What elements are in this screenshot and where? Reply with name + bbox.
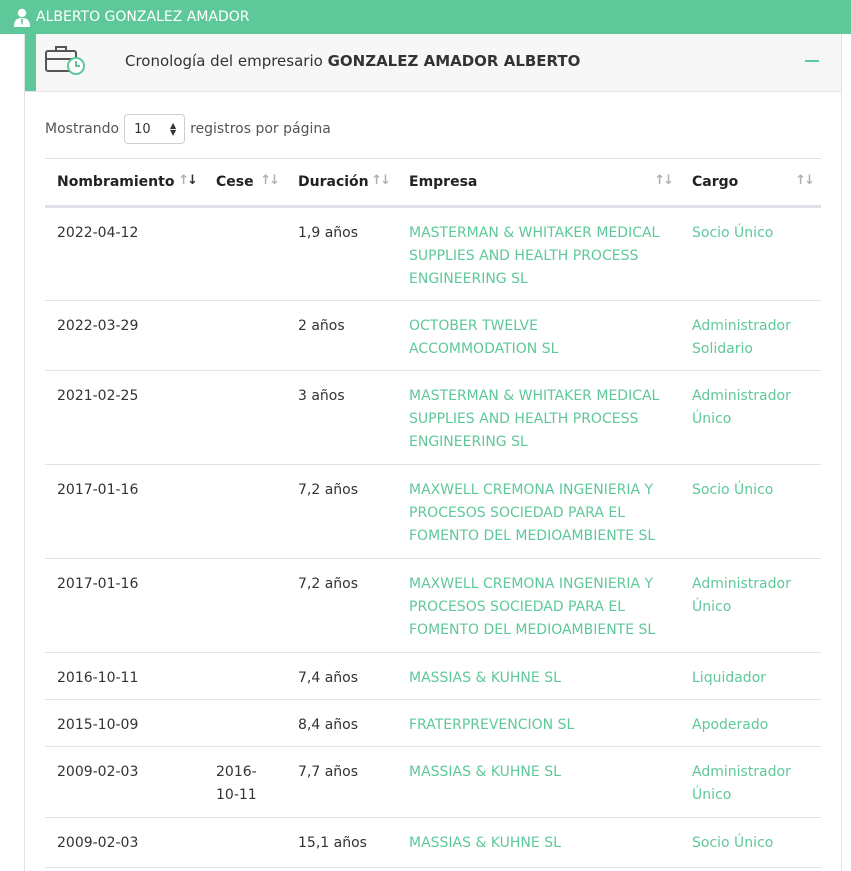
panel-title-name: GONZALEZ AMADOR ALBERTO [327, 52, 581, 70]
select-arrows-icon: ▲ ▼ [169, 121, 177, 137]
briefcase-clock-icon [45, 44, 87, 76]
table-row: 2022-03-29 2 años OCTOBER TWELVE ACCOMMODA… [45, 300, 821, 371]
cell-nombramiento: 2022-03-29 [45, 300, 204, 371]
collapse-icon[interactable] [805, 50, 821, 70]
chronology-table: Nombramiento ↑↓ Cese ↑↓ Duración ↑↓ Empresa… [45, 158, 821, 868]
cell-cese: 2016-10-11 [204, 746, 286, 818]
sort-desc-icon: ↑↓ [178, 173, 198, 188]
company-link[interactable]: FRATERPREVENCION SL [397, 699, 680, 747]
company-link[interactable]: MASSIAS & KUHNE SL [397, 746, 680, 818]
cell-cese [204, 206, 286, 301]
role-link[interactable]: Socio Único [680, 464, 821, 559]
cell-nombramiento: 2021-02-25 [45, 370, 204, 465]
col-label: Empresa [409, 174, 478, 190]
cell-cese [204, 300, 286, 371]
col-label: Duración [298, 174, 369, 190]
sort-icon: ↑↓ [654, 173, 674, 188]
role-link[interactable]: Administrador Solidario [680, 300, 821, 371]
length-prefix: Mostrando [45, 121, 120, 137]
role-link[interactable]: Liquidador [680, 652, 821, 700]
cell-nombramiento: 2016-10-11 [45, 652, 204, 700]
col-label: Nombramiento [57, 174, 175, 190]
company-link[interactable]: MASSIAS & KUHNE SL [397, 817, 680, 868]
company-link[interactable]: MASTERMAN & WHITAKER MEDICAL SUPPLIES AN… [397, 370, 680, 465]
role-link[interactable]: Administrador Único [680, 558, 821, 653]
sort-icon: ↑↓ [371, 173, 391, 188]
col-label: Cargo [692, 174, 739, 190]
sort-icon: ↑↓ [795, 173, 815, 188]
table-row: 2017-01-16 7,2 años MAXWELL CREMONA INGENI… [45, 464, 821, 559]
table-row: 2021-02-25 3 años MASTERMAN & WHITAKER MED… [45, 370, 821, 465]
page-length-value: 10 [134, 121, 151, 137]
cell-nombramiento: 2009-02-03 [45, 746, 204, 818]
table-row: 2016-10-11 7,4 años MASSIAS & KUHNE SL Liqu… [45, 652, 821, 700]
cell-duracion: 7,4 años [286, 652, 397, 700]
chronology-panel: Cronología del empresario GONZALEZ AMADO… [24, 34, 842, 871]
cell-nombramiento: 2017-01-16 [45, 464, 204, 559]
role-link[interactable]: Socio Único [680, 206, 821, 301]
role-link[interactable]: Administrador Único [680, 370, 821, 465]
col-header-duracion[interactable]: Duración ↑↓ [286, 158, 397, 208]
person-name: ALBERTO GONZALEZ AMADOR [36, 9, 250, 25]
cell-duracion: 3 años [286, 370, 397, 465]
company-link[interactable]: MASSIAS & KUHNE SL [397, 652, 680, 700]
cell-cese [204, 558, 286, 653]
cell-nombramiento: 2022-04-12 [45, 206, 204, 301]
cell-nombramiento: 2009-02-03 [45, 817, 204, 868]
table-row: 2017-01-16 7,2 años MAXWELL CREMONA INGENI… [45, 558, 821, 653]
table-header-row: Nombramiento ↑↓ Cese ↑↓ Duración ↑↓ Empresa… [45, 158, 821, 208]
sort-icon: ↑↓ [260, 173, 280, 188]
user-icon [12, 7, 32, 27]
panel-header[interactable]: Cronología del empresario GONZALEZ AMADO… [25, 34, 841, 92]
company-link[interactable]: MASTERMAN & WHITAKER MEDICAL SUPPLIES AN… [397, 206, 680, 301]
length-suffix: registros por página [190, 121, 331, 137]
role-link[interactable]: Socio Único [680, 817, 821, 868]
panel-title-prefix: Cronología del empresario [125, 52, 328, 70]
cell-duracion: 7,2 años [286, 464, 397, 559]
cell-duracion: 7,7 años [286, 746, 397, 818]
col-header-empresa[interactable]: Empresa ↑↓ [397, 158, 680, 208]
col-header-cese[interactable]: Cese ↑↓ [204, 158, 286, 208]
cell-cese [204, 817, 286, 868]
cell-cese [204, 699, 286, 747]
table-row: 2009-02-03 2016-10-11 7,7 años MASSIAS & KU… [45, 746, 821, 818]
col-label: Cese [216, 174, 254, 190]
panel-accent [25, 34, 36, 91]
company-link[interactable]: OCTOBER TWELVE ACCOMMODATION SL [397, 300, 680, 371]
cell-nombramiento: 2015-10-09 [45, 699, 204, 747]
table-row: 2015-10-09 8,4 años FRATERPREVENCION SL Apo… [45, 699, 821, 747]
company-link[interactable]: MAXWELL CREMONA INGENIERIA Y PROCESOS SO… [397, 464, 680, 559]
person-title-bar: ALBERTO GONZALEZ AMADOR [0, 0, 851, 34]
page-length-control: Mostrando 10 ▲ ▼ registros por página [45, 113, 331, 145]
cell-duracion: 15,1 años [286, 817, 397, 868]
cell-cese [204, 464, 286, 559]
cell-duracion: 1,9 años [286, 206, 397, 301]
role-link[interactable]: Administrador Único [680, 746, 821, 818]
table-row: 2022-04-12 1,9 años MASTERMAN & WHITAKER M… [45, 206, 821, 301]
panel-title: Cronología del empresario GONZALEZ AMADO… [125, 52, 580, 70]
role-link[interactable]: Apoderado [680, 699, 821, 747]
col-header-nombramiento[interactable]: Nombramiento ↑↓ [45, 158, 204, 208]
col-header-cargo[interactable]: Cargo ↑↓ [680, 158, 821, 208]
cell-duracion: 2 años [286, 300, 397, 371]
cell-cese [204, 652, 286, 700]
cell-duracion: 8,4 años [286, 699, 397, 747]
cell-cese [204, 370, 286, 465]
cell-duracion: 7,2 años [286, 558, 397, 653]
page-length-select[interactable]: 10 ▲ ▼ [124, 114, 186, 144]
cell-nombramiento: 2017-01-16 [45, 558, 204, 653]
company-link[interactable]: MAXWELL CREMONA INGENIERIA Y PROCESOS SO… [397, 558, 680, 653]
table-row: 2009-02-03 15,1 años MASSIAS & KUHNE SL Soc… [45, 817, 821, 868]
